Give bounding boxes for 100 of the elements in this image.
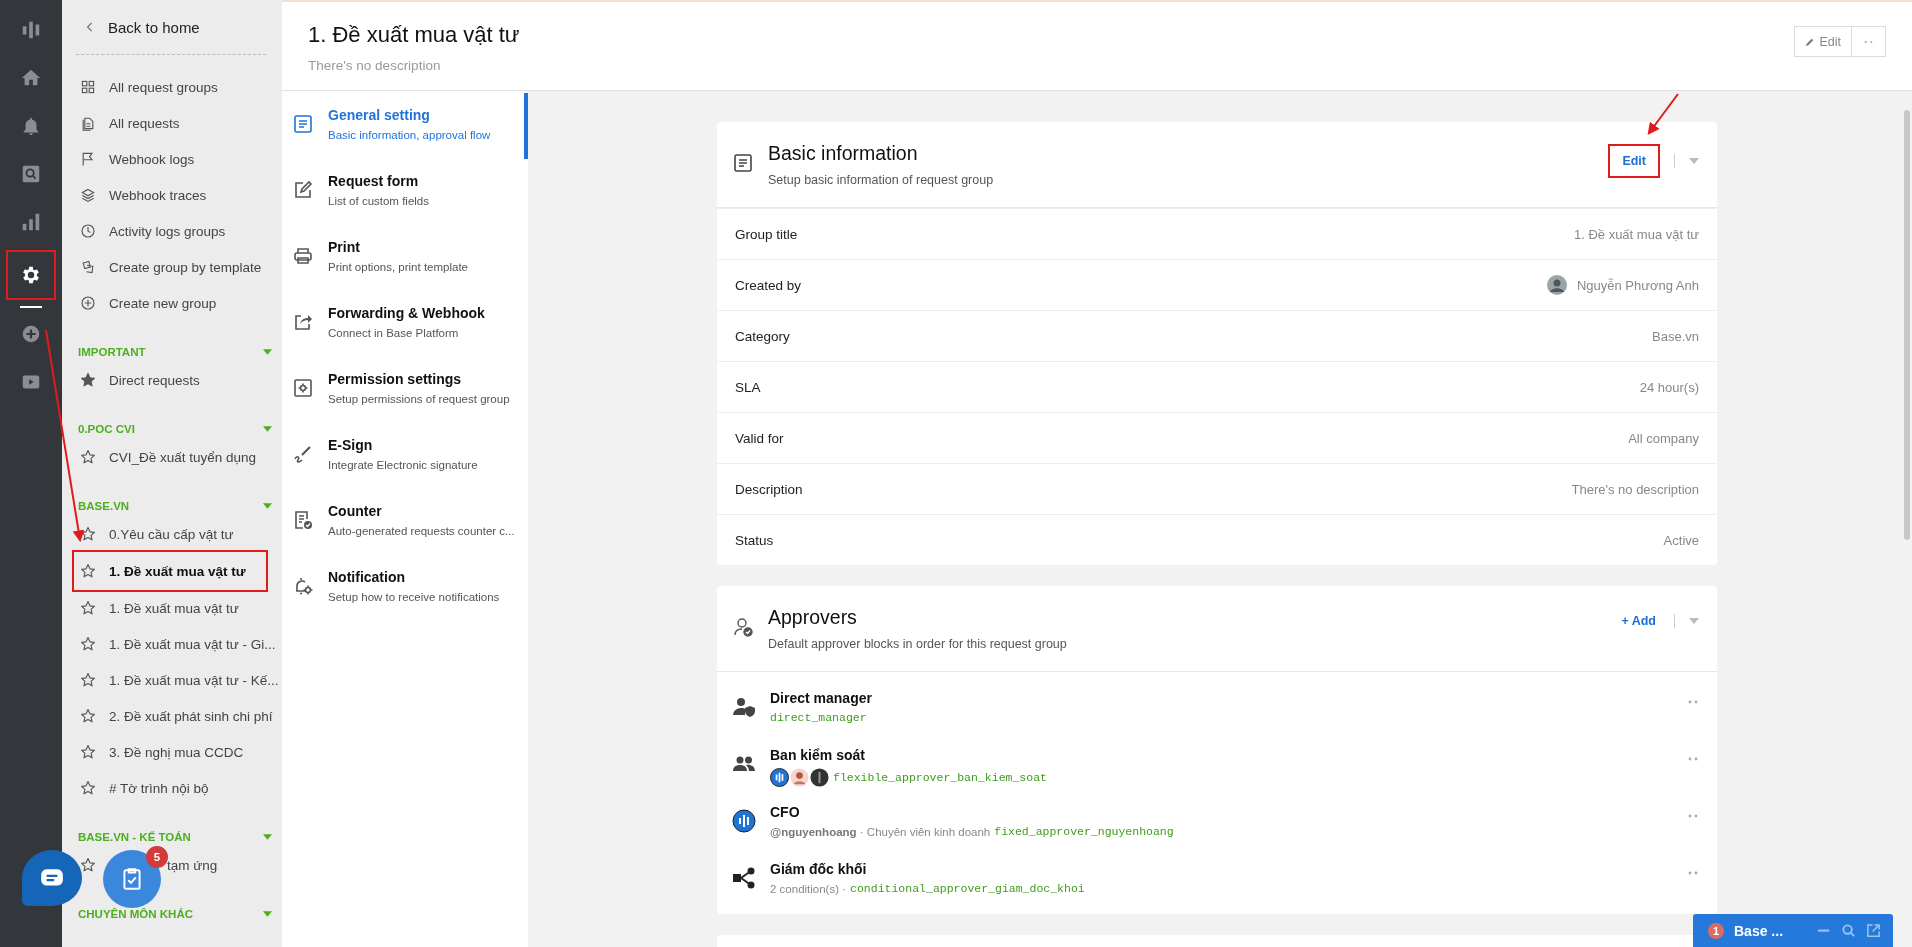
approver-detail: @nguyenhoang · Chuyên viên kinh doanh bbox=[770, 825, 991, 838]
caret-icon[interactable] bbox=[263, 426, 272, 432]
field-label: SLA bbox=[735, 379, 761, 395]
star-icon[interactable] bbox=[80, 449, 96, 465]
chart-icon[interactable] bbox=[20, 211, 42, 233]
tab-title: Notification bbox=[328, 569, 406, 585]
branch-icon bbox=[732, 866, 756, 890]
chat-widget-bar[interactable]: 1 Base ... bbox=[1693, 914, 1893, 947]
settings-tab[interactable]: Counter Auto-generated requests counter c... bbox=[282, 489, 528, 555]
logo-icon[interactable] bbox=[20, 19, 42, 41]
star-icon[interactable] bbox=[80, 563, 96, 579]
back-label: Back to home bbox=[108, 18, 200, 36]
group-item[interactable]: CVI_Đề xuất tuyển dụng bbox=[76, 439, 272, 475]
tab-subtitle: Connect in Base Platform bbox=[328, 327, 460, 339]
external-link-icon[interactable] bbox=[1866, 923, 1881, 938]
settings-icon[interactable] bbox=[20, 264, 42, 286]
field-label: Valid for bbox=[735, 430, 784, 446]
avatar bbox=[1546, 275, 1567, 295]
tab-title: Request form bbox=[328, 173, 420, 189]
field-value: Nguyễn Phương Anh bbox=[1576, 277, 1699, 293]
more-icon[interactable] bbox=[1687, 700, 1699, 704]
group-item[interactable]: 1. Đề xuất mua vật tư bbox=[74, 552, 266, 590]
group-item[interactable]: 3. Đề nghị mua CCDC bbox=[76, 734, 272, 770]
settings-tab[interactable]: General setting Basic information, approval flow bbox=[282, 93, 528, 159]
group-item[interactable]: 2. Đề xuất phát sinh chi phí bbox=[76, 698, 272, 734]
field-label: Category bbox=[735, 328, 790, 344]
template-icon bbox=[80, 259, 96, 275]
card-subtitle: Setup basic information of request group bbox=[768, 173, 995, 187]
more-icon[interactable] bbox=[1687, 757, 1699, 761]
search-icon[interactable] bbox=[20, 163, 42, 185]
star-icon[interactable] bbox=[80, 857, 96, 873]
rail-button[interactable] bbox=[8, 252, 54, 298]
avatar-icon bbox=[732, 809, 756, 833]
tab-title: Counter bbox=[328, 503, 383, 519]
approver-detail: 2 condition(s) · bbox=[770, 882, 847, 895]
star-icon[interactable] bbox=[80, 744, 96, 760]
tab-subtitle: Setup how to receive notifications bbox=[328, 591, 500, 603]
add-icon[interactable] bbox=[20, 323, 42, 345]
edit-button[interactable]: Edit bbox=[1794, 26, 1852, 57]
add-button[interactable]: + Add bbox=[1617, 608, 1660, 634]
group-item-label: CVI_Đề xuất tuyển dụng bbox=[109, 449, 257, 465]
caret-icon[interactable] bbox=[263, 911, 272, 917]
star-icon[interactable] bbox=[80, 672, 96, 688]
tab-title: Print bbox=[328, 239, 361, 255]
star-icon[interactable] bbox=[80, 600, 96, 616]
settings-tab[interactable]: Forwarding & Webhook Connect in Base Platform bbox=[282, 291, 528, 357]
group-item-label: Direct requests bbox=[109, 372, 200, 388]
chat-title: Base ... bbox=[1734, 922, 1785, 939]
tab-subtitle: Setup permissions of request group bbox=[328, 393, 510, 405]
group-item-label: 3. Đề nghị mua CCDC bbox=[109, 744, 244, 760]
search-icon[interactable] bbox=[1841, 923, 1856, 938]
settings-tab[interactable]: E-Sign Integrate Electronic signature bbox=[282, 423, 528, 489]
approver-code: flexible_approver_ban_kiem_soat bbox=[833, 771, 1047, 784]
menu-item[interactable]: Create new group bbox=[76, 285, 272, 321]
settings-tab[interactable]: Print Print options, print template bbox=[282, 225, 528, 291]
tab-title: General setting bbox=[328, 107, 431, 123]
tab-title: Permission settings bbox=[328, 371, 463, 387]
menu-item[interactable]: Activity logs groups bbox=[76, 213, 272, 249]
printer-icon bbox=[292, 245, 314, 267]
star-icon[interactable] bbox=[80, 372, 96, 388]
star-icon[interactable] bbox=[80, 708, 96, 724]
caret-icon[interactable] bbox=[263, 349, 272, 355]
group-item[interactable]: Direct requests bbox=[76, 362, 272, 398]
back-link[interactable]: Back to home bbox=[76, 0, 266, 55]
menu-label: Create group by template bbox=[109, 259, 262, 275]
scrollbar[interactable] bbox=[1904, 110, 1910, 540]
document-icon bbox=[732, 152, 754, 174]
group-item[interactable]: 1. Đề xuất mua vật tư bbox=[76, 590, 272, 626]
settings-tab[interactable]: Request form List of custom fields bbox=[282, 159, 528, 225]
pencil-icon bbox=[1805, 36, 1816, 47]
menu-item[interactable]: All requests bbox=[76, 105, 272, 141]
grid-icon bbox=[80, 79, 96, 95]
approver-code: direct_manager bbox=[770, 711, 867, 724]
group-item-label[interactable]: tạm ứng bbox=[167, 857, 218, 873]
caret-icon[interactable] bbox=[263, 834, 272, 840]
signature-icon bbox=[292, 443, 314, 465]
group-item[interactable]: 0.Yêu cầu cấp vật tư bbox=[76, 516, 272, 552]
more-icon[interactable] bbox=[1687, 814, 1699, 818]
field-value: All company bbox=[1628, 430, 1699, 446]
group-item-label: 1. Đề xuất mua vật tư - Gi... bbox=[109, 636, 276, 652]
menu-item[interactable]: Create group by template bbox=[76, 249, 272, 285]
settings-tab[interactable]: Permission settings Setup permissions of request group bbox=[282, 357, 528, 423]
edit-button[interactable]: Edit bbox=[1608, 144, 1660, 178]
tab-subtitle: List of custom fields bbox=[328, 195, 429, 207]
permission-icon bbox=[292, 377, 314, 399]
star-icon[interactable] bbox=[80, 780, 96, 796]
menu-item[interactable]: All request groups bbox=[76, 69, 272, 105]
group-item-label: # Tờ trình nội bộ bbox=[109, 780, 209, 796]
star-icon[interactable] bbox=[80, 636, 96, 652]
menu-label: All request groups bbox=[109, 79, 218, 95]
menu-item[interactable]: Webhook traces bbox=[76, 177, 272, 213]
settings-tab[interactable]: Notification Setup how to receive notifications bbox=[282, 555, 528, 621]
caret-icon[interactable] bbox=[263, 503, 272, 509]
approver-code: conditional_approver_giam_doc_khoi bbox=[850, 882, 1085, 895]
group-item[interactable]: # Tờ trình nội bộ bbox=[76, 770, 272, 806]
star-icon[interactable] bbox=[80, 526, 96, 542]
tab-subtitle: Basic information, approval flow bbox=[328, 129, 491, 141]
menu-item[interactable]: Webhook logs bbox=[76, 141, 272, 177]
tab-subtitle: Integrate Electronic signature bbox=[328, 459, 478, 471]
more-icon[interactable] bbox=[1687, 871, 1699, 875]
